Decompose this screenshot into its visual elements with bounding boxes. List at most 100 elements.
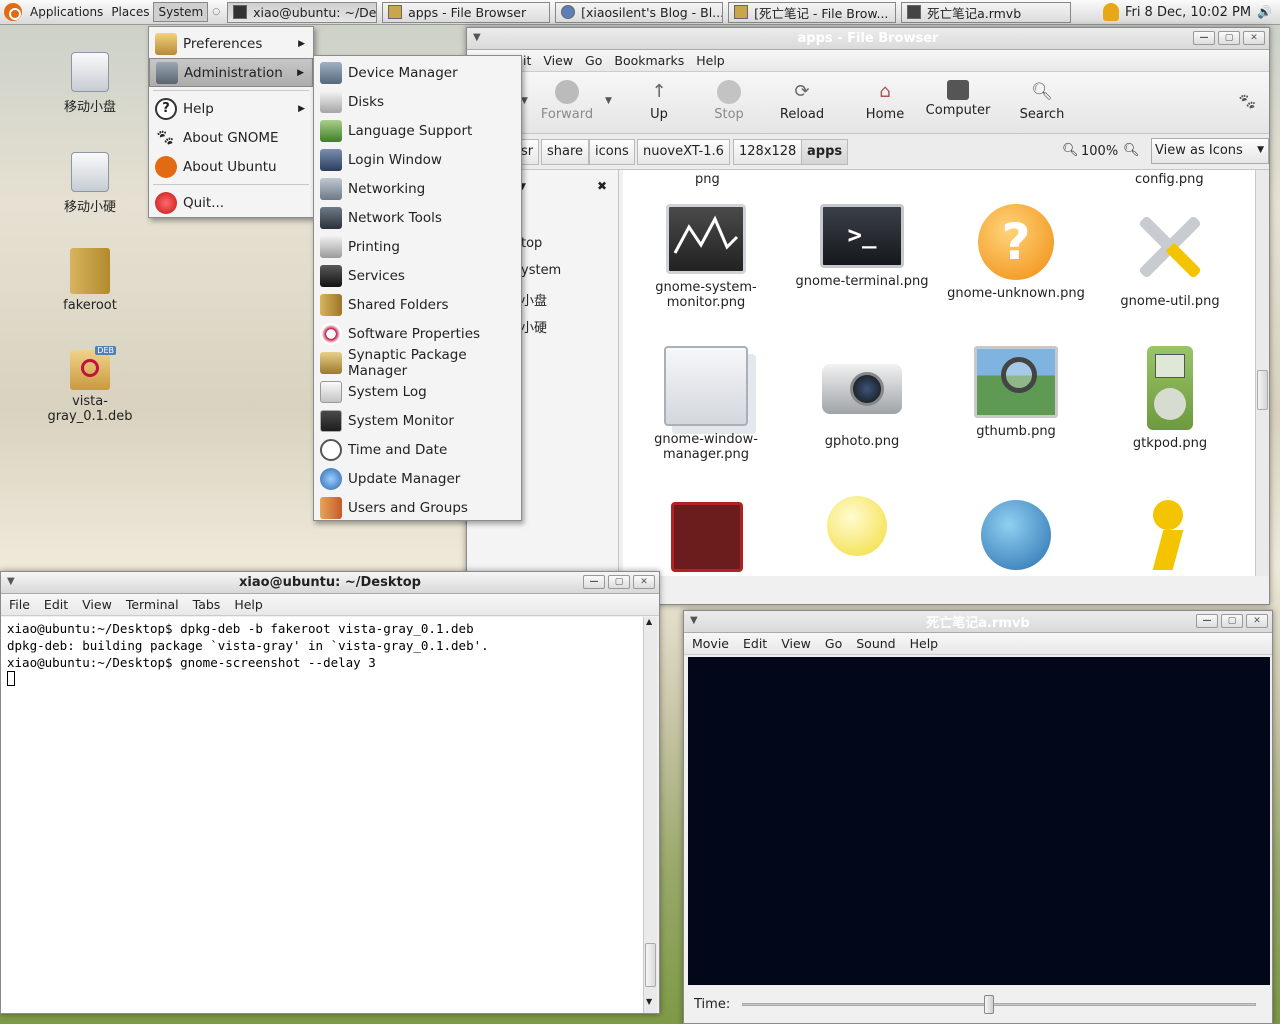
menu-item-disks[interactable]: Disks	[314, 87, 521, 116]
menu-go[interactable]: Go	[825, 636, 842, 651]
menu-item-services[interactable]: Services	[314, 261, 521, 290]
window-menu-icon[interactable]: ▼	[690, 615, 698, 626]
menu-edit[interactable]: it	[523, 53, 531, 68]
terminal-titlebar[interactable]: ▼ xiao@ubuntu: ~/Desktop — ▢ ✕	[1, 572, 659, 594]
side-item[interactable]: 小硬	[521, 317, 547, 336]
task-player[interactable]: 死亡笔记a.rmvb	[901, 1, 1072, 23]
side-pane-close-icon[interactable]: ✖	[597, 179, 607, 193]
maximize-button[interactable]: ▢	[1218, 31, 1240, 45]
user-icon[interactable]	[1102, 3, 1119, 21]
menu-item-networking[interactable]: Networking	[314, 174, 521, 203]
menu-item-login-window[interactable]: Login Window	[314, 145, 521, 174]
zoom-level[interactable]: 100%	[1081, 144, 1118, 159]
file-gnome-window-manager[interactable]: gnome-window-manager.png	[631, 346, 781, 462]
home-button[interactable]: ⌂ Home	[863, 80, 907, 122]
menu-item-help[interactable]: ? Help ▶	[149, 94, 313, 123]
task-terminal[interactable]: xiao@ubuntu: ~/De...	[227, 1, 378, 23]
forward-dropdown-icon[interactable]: ▼	[605, 96, 612, 106]
file-gphoto[interactable]: gphoto.png	[787, 346, 937, 449]
menu-bookmarks[interactable]: Bookmarks	[614, 53, 684, 68]
ubuntu-logo-icon[interactable]	[4, 3, 22, 21]
close-button[interactable]: ✕	[633, 575, 655, 589]
places-menu[interactable]: Places	[107, 3, 153, 21]
menu-item-shared-folders[interactable]: Shared Folders	[314, 290, 521, 319]
scroll-down-icon[interactable]: ▼	[646, 997, 652, 1006]
menu-tabs[interactable]: Tabs	[193, 597, 221, 612]
breadcrumb-nuovext[interactable]: nuoveXT-1.6	[637, 139, 730, 165]
maximize-button[interactable]: ▢	[608, 575, 630, 589]
menu-movie[interactable]: Movie	[692, 636, 729, 651]
menu-item-system-log[interactable]: System Log	[314, 377, 521, 406]
file-gnome-util[interactable]: gnome-util.png	[1095, 204, 1245, 309]
file-gnome-system-monitor[interactable]: gnome-system-monitor.png	[631, 204, 781, 310]
clock[interactable]: Fri 8 Dec, 10:02 PM	[1125, 5, 1251, 20]
file-label[interactable]: png	[695, 172, 720, 187]
menu-item-about-ubuntu[interactable]: About Ubuntu	[149, 152, 313, 181]
breadcrumb-128x128[interactable]: 128x128	[733, 139, 803, 165]
icon-view-scrollbar[interactable]	[1255, 170, 1269, 576]
desktop-icon-usb2[interactable]: 移动小硬	[30, 152, 150, 215]
seek-slider[interactable]	[742, 995, 1256, 1014]
task-file-browser-2[interactable]: [死亡笔记 - File Brow...	[728, 1, 897, 23]
menu-help[interactable]: Help	[910, 636, 939, 651]
breadcrumb-apps[interactable]: apps	[801, 139, 849, 165]
menu-item-language-support[interactable]: Language Support	[314, 116, 521, 145]
volume-icon[interactable]: 🔊	[1257, 5, 1272, 19]
player-titlebar[interactable]: ▼ 死亡笔记a.rmvb — ▢ ✕	[684, 611, 1272, 633]
menu-item-printing[interactable]: Printing	[314, 232, 521, 261]
breadcrumb-icons[interactable]: icons	[589, 139, 635, 165]
window-menu-icon[interactable]: ▼	[7, 576, 15, 587]
file-gtkpod[interactable]: gtkpod.png	[1095, 346, 1245, 451]
desktop-icon-deb[interactable]: DEB vista-gray_0.1.deb	[30, 346, 150, 424]
up-button[interactable]: ↑ Up	[637, 80, 681, 122]
menu-item-network-tools[interactable]: Network Tools	[314, 203, 521, 232]
globe-edit-file-icon[interactable]	[981, 500, 1051, 570]
menu-item-update-manager[interactable]: Update Manager	[314, 464, 521, 493]
menu-item-time-and-date[interactable]: Time and Date	[314, 435, 521, 464]
menu-item-synaptic[interactable]: Synaptic Package Manager	[314, 347, 521, 379]
reload-button[interactable]: ⟳ Reload	[777, 80, 827, 122]
menu-view[interactable]: View	[543, 53, 573, 68]
menu-help[interactable]: Help	[696, 53, 725, 68]
view-mode-select[interactable]: View as Icons ▼	[1151, 138, 1269, 164]
zoom-out-icon[interactable]: 🔍︎	[1062, 143, 1079, 158]
back-dropdown-icon[interactable]: ▼	[521, 96, 528, 106]
terminal-scrollbar[interactable]: ▲ ▼	[643, 617, 657, 1013]
seek-handle[interactable]	[984, 995, 994, 1014]
minimize-button[interactable]: —	[1193, 31, 1215, 45]
video-area[interactable]	[688, 657, 1270, 985]
aim-file-icon[interactable]	[1141, 500, 1195, 574]
desktop-icon-fakeroot[interactable]: fakeroot	[30, 248, 150, 313]
desktop-icon-usb1[interactable]: 移动小盘	[30, 52, 150, 115]
menu-item-device-manager[interactable]: Device Manager	[314, 58, 521, 87]
file-gnome-unknown[interactable]: ? gnome-unknown.png	[941, 204, 1091, 301]
file-browser-titlebar[interactable]: ▼ apps - File Browser — ▢ ✕	[467, 28, 1269, 50]
maximize-button[interactable]: ▢	[1221, 614, 1243, 628]
minimize-button[interactable]: —	[583, 575, 605, 589]
side-item[interactable]: top	[521, 236, 542, 251]
window-menu-icon[interactable]: ▼	[473, 32, 481, 43]
menu-item-quit[interactable]: Quit...	[149, 188, 313, 217]
menu-help[interactable]: Help	[234, 597, 263, 612]
applications-menu[interactable]: Applications	[26, 3, 107, 21]
menu-item-software-properties[interactable]: Software Properties	[314, 319, 521, 348]
menu-item-administration[interactable]: Administration ▶	[149, 58, 313, 87]
menu-item-users-and-groups[interactable]: Users and Groups	[314, 493, 521, 522]
side-item[interactable]: 小盘	[521, 290, 547, 309]
lightbulb-file-icon[interactable]	[827, 496, 887, 556]
scroll-thumb[interactable]	[645, 943, 656, 987]
menu-edit[interactable]: Edit	[743, 636, 767, 651]
menu-file[interactable]: File	[9, 597, 30, 612]
zoom-in-icon[interactable]: 🔍︎	[1123, 143, 1140, 158]
file-gthumb[interactable]: gthumb.png	[941, 346, 1091, 439]
search-button[interactable]: 🔍︎ Search	[1017, 80, 1067, 122]
side-item[interactable]: ystem	[521, 263, 561, 278]
file-gnome-terminal[interactable]: >_ gnome-terminal.png	[787, 204, 937, 289]
menu-view[interactable]: View	[781, 636, 811, 651]
video-file-icon[interactable]	[671, 502, 743, 572]
stop-button[interactable]: Stop	[707, 80, 751, 122]
forward-button[interactable]: Forward	[537, 80, 597, 122]
breadcrumb-share[interactable]: share	[541, 139, 590, 165]
task-browser[interactable]: [xiaosilent's Blog - Bl...	[555, 1, 724, 23]
file-label[interactable]: config.png	[1135, 172, 1204, 187]
